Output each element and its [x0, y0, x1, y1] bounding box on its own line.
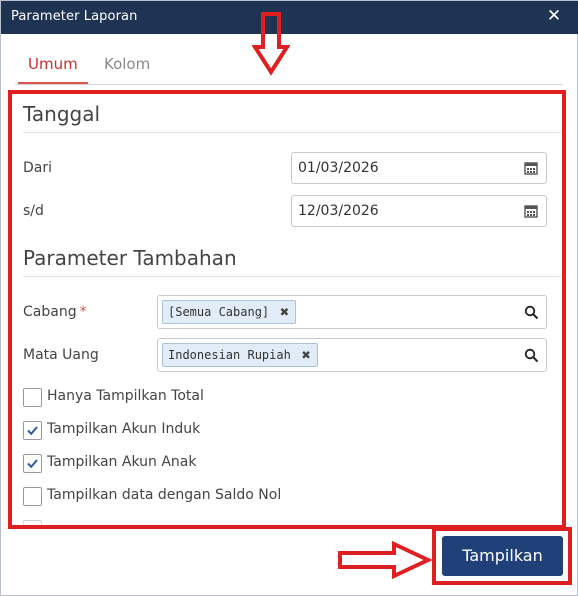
red-arrow-icon	[252, 12, 290, 76]
tab-umum[interactable]: Umum	[28, 55, 78, 73]
report-parameters-dialog: Parameter Laporan ✕ Umum Kolom Tanggal D…	[0, 0, 578, 596]
show-report-button[interactable]: Tampilkan	[442, 536, 563, 576]
dialog-title: Parameter Laporan	[11, 9, 138, 24]
active-tab-indicator	[18, 82, 88, 84]
tab-kolom[interactable]: Kolom	[104, 55, 150, 73]
close-icon[interactable]: ✕	[544, 6, 564, 26]
highlight-frame-parameters	[8, 90, 566, 529]
red-arrow-icon	[338, 540, 433, 580]
